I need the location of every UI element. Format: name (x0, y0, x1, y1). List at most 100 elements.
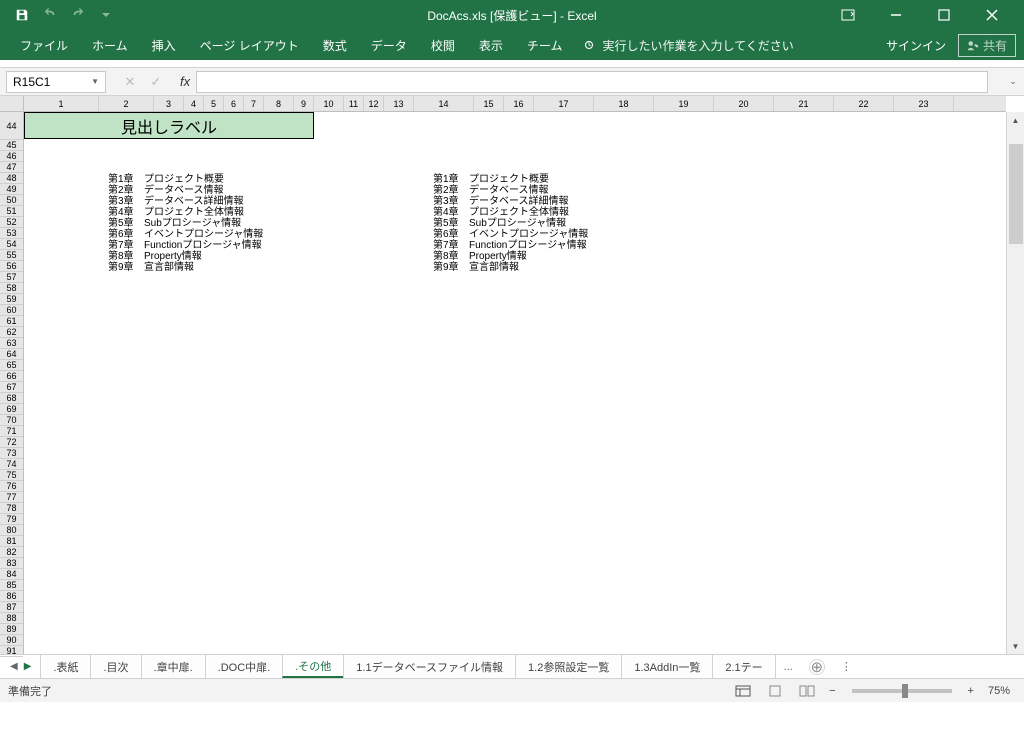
data-row[interactable]: 第9章宣言部情報 (104, 260, 424, 271)
row-header[interactable]: 66 (0, 371, 23, 382)
sheet-tab[interactable]: 2.1テー (712, 655, 775, 678)
row-header[interactable]: 82 (0, 547, 23, 558)
ribbon-tab[interactable]: 数式 (311, 30, 359, 60)
sheet-tab[interactable]: 1.3AddIn一覧 (621, 655, 713, 678)
ribbon-tab[interactable]: ページ レイアウト (188, 30, 311, 60)
grid-cells[interactable]: 見出しラベル 第1章プロジェクト概要第2章データベース情報第3章データベース詳細… (24, 112, 1006, 654)
row-header[interactable]: 78 (0, 503, 23, 514)
row-header[interactable]: 57 (0, 272, 23, 283)
row-header[interactable]: 88 (0, 613, 23, 624)
row-header[interactable]: 67 (0, 382, 23, 393)
row-header[interactable]: 68 (0, 393, 23, 404)
column-header[interactable]: 8 (264, 96, 294, 111)
signin-link[interactable]: サインイン (886, 37, 946, 54)
row-header[interactable]: 50 (0, 195, 23, 206)
row-header[interactable]: 62 (0, 327, 23, 338)
row-header[interactable]: 77 (0, 492, 23, 503)
close-button[interactable] (972, 3, 1012, 27)
save-button[interactable] (10, 3, 34, 27)
column-header[interactable]: 21 (774, 96, 834, 111)
formula-expand-button[interactable]: ⌄ (1006, 76, 1020, 87)
row-header[interactable]: 89 (0, 624, 23, 635)
row-header[interactable]: 86 (0, 591, 23, 602)
row-header[interactable]: 47 (0, 162, 23, 173)
column-header[interactable]: 22 (834, 96, 894, 111)
ribbon-tab[interactable]: 校閲 (419, 30, 467, 60)
normal-view-button[interactable] (729, 682, 757, 700)
vertical-scrollbar[interactable]: ▲ ▼ (1006, 112, 1024, 654)
column-header[interactable]: 14 (414, 96, 474, 111)
sheet-tab[interactable]: .DOC中扉. (205, 655, 284, 678)
row-header[interactable]: 59 (0, 294, 23, 305)
row-header[interactable]: 45 (0, 140, 23, 151)
row-header[interactable]: 44 (0, 112, 23, 140)
share-button[interactable]: 共有 (958, 34, 1016, 57)
column-header[interactable]: 4 (184, 96, 204, 111)
worksheet-grid[interactable]: 1234567891011121314151617181920212223 44… (0, 96, 1024, 654)
row-header[interactable]: 60 (0, 305, 23, 316)
ribbon-tab[interactable]: チーム (515, 30, 575, 60)
scroll-thumb[interactable] (1009, 144, 1023, 244)
row-header[interactable]: 74 (0, 459, 23, 470)
row-header[interactable]: 71 (0, 426, 23, 437)
row-header[interactable]: 63 (0, 338, 23, 349)
row-header[interactable]: 75 (0, 470, 23, 481)
zoom-in-button[interactable]: + (964, 685, 978, 697)
row-header[interactable]: 85 (0, 580, 23, 591)
row-header[interactable]: 54 (0, 239, 23, 250)
redo-button[interactable] (66, 3, 90, 27)
data-row[interactable]: 第9章宣言部情報 (429, 260, 749, 271)
column-header[interactable]: 15 (474, 96, 504, 111)
row-header[interactable]: 49 (0, 184, 23, 195)
chevron-down-icon[interactable]: ▼ (91, 77, 99, 86)
name-box[interactable]: R15C1 ▼ (6, 71, 106, 93)
row-header[interactable]: 58 (0, 283, 23, 294)
select-all-corner[interactable] (0, 96, 24, 112)
ribbon-tab[interactable]: 挿入 (140, 30, 188, 60)
minimize-button[interactable] (876, 3, 916, 27)
sheet-options[interactable]: ⋮ (833, 660, 860, 673)
column-header[interactable]: 12 (364, 96, 384, 111)
ribbon-tab[interactable]: ファイル (8, 30, 80, 60)
row-header[interactable]: 72 (0, 437, 23, 448)
column-header[interactable]: 2 (99, 96, 154, 111)
sheet-tab[interactable]: .目次 (90, 655, 141, 678)
row-header[interactable]: 70 (0, 415, 23, 426)
scroll-down-arrow[interactable]: ▼ (1007, 638, 1024, 654)
row-header[interactable]: 48 (0, 173, 23, 184)
header-label-cell[interactable]: 見出しラベル (24, 112, 314, 139)
page-layout-view-button[interactable] (761, 682, 789, 700)
zoom-percentage[interactable]: 75% (982, 685, 1016, 697)
ribbon-tab[interactable]: データ (359, 30, 419, 60)
qat-customize-button[interactable] (94, 3, 118, 27)
formula-input[interactable] (196, 71, 988, 93)
sheet-tabs-more[interactable]: ... (776, 661, 801, 673)
zoom-slider-thumb[interactable] (902, 684, 908, 698)
row-header[interactable]: 53 (0, 228, 23, 239)
zoom-slider[interactable] (852, 689, 952, 693)
undo-button[interactable] (38, 3, 62, 27)
row-headers[interactable]: 4445464748495051525354555657585960616263… (0, 96, 24, 654)
column-header[interactable]: 20 (714, 96, 774, 111)
scroll-up-arrow[interactable]: ▲ (1007, 112, 1024, 128)
sheet-tab[interactable]: .その他 (282, 655, 344, 678)
column-header[interactable]: 17 (534, 96, 594, 111)
sheet-nav-next[interactable]: ▶ (24, 661, 32, 672)
column-header[interactable]: 11 (344, 96, 364, 111)
row-header[interactable]: 52 (0, 217, 23, 228)
column-header[interactable]: 13 (384, 96, 414, 111)
column-header[interactable]: 23 (894, 96, 954, 111)
row-header[interactable]: 83 (0, 558, 23, 569)
add-sheet-button[interactable]: ⊕ (809, 659, 825, 675)
tell-me-search[interactable]: 実行したい作業を入力してください (582, 37, 793, 54)
ribbon-display-button[interactable] (828, 3, 868, 27)
ribbon-tab[interactable]: ホーム (80, 30, 140, 60)
fx-icon[interactable]: fx (174, 74, 196, 89)
column-header[interactable]: 7 (244, 96, 264, 111)
column-header[interactable]: 3 (154, 96, 184, 111)
row-header[interactable]: 90 (0, 635, 23, 646)
column-headers[interactable]: 1234567891011121314151617181920212223 (24, 96, 1006, 112)
sheet-tab[interactable]: .章中扉. (141, 655, 206, 678)
page-break-view-button[interactable] (793, 682, 821, 700)
column-header[interactable]: 16 (504, 96, 534, 111)
